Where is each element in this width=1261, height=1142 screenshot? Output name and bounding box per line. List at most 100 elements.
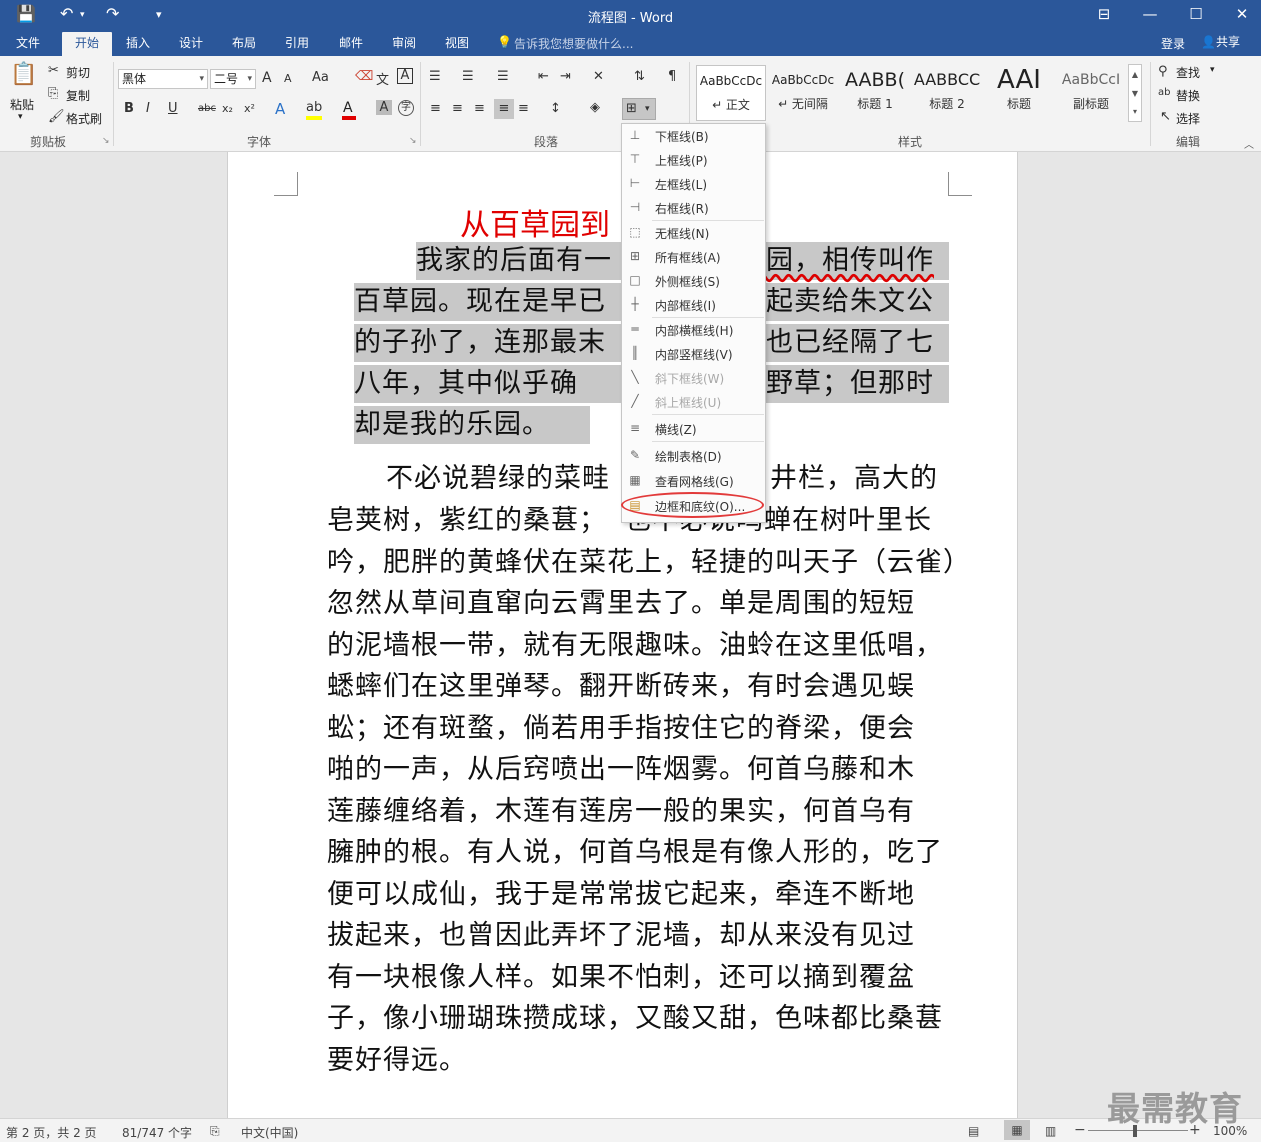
bold-button[interactable]: B — [124, 101, 134, 116]
style-no-spacing[interactable]: AaBbCcDc ↵ 无间隔 — [768, 65, 838, 121]
find-button[interactable]: 查找 — [1176, 64, 1200, 81]
shading-icon[interactable]: ◈ — [590, 100, 600, 115]
text-effects-icon[interactable]: A — [275, 100, 285, 118]
tab-insert[interactable]: 插入 — [118, 34, 158, 56]
zoom-slider-track[interactable] — [1088, 1130, 1188, 1131]
change-case-icon[interactable]: Aa — [312, 70, 329, 85]
style-heading-2[interactable]: AABBCC 标题 2 — [912, 65, 982, 121]
style-normal[interactable]: AaBbCcDc ↵ 正文 — [696, 65, 766, 121]
read-mode-icon[interactable]: ▤ — [968, 1124, 979, 1138]
copy-button[interactable]: 复制 — [66, 87, 90, 104]
menu-item-no-border[interactable]: ⬚ 无框线(N) — [622, 221, 765, 245]
char-shading-icon[interactable]: A — [376, 100, 392, 115]
decrease-indent-icon[interactable]: ⇤ — [538, 69, 549, 84]
menu-item-horizontal-line[interactable]: ≡ 横线(Z) — [622, 417, 765, 441]
collapse-ribbon-icon[interactable]: ︿ — [1244, 136, 1254, 151]
minimize-button[interactable]: — — [1127, 0, 1173, 30]
page-count[interactable]: 第 2 页，共 2 页 — [6, 1124, 97, 1141]
language-indicator[interactable]: 中文(中国) — [241, 1124, 298, 1141]
menu-item-all-borders[interactable]: ⊞ 所有框线(A) — [622, 245, 765, 269]
phonetic-icon[interactable]: 文 — [376, 69, 389, 88]
char-border-icon[interactable]: A — [397, 68, 413, 84]
maximize-button[interactable]: ☐ — [1173, 0, 1219, 30]
cut-button[interactable]: 剪切 — [66, 64, 90, 81]
margin-mark — [274, 172, 298, 196]
tab-review[interactable]: 审阅 — [384, 34, 424, 56]
menu-item-view-gridlines[interactable]: ▦ 查看网格线(G) — [622, 469, 765, 493]
font-color-icon[interactable]: A — [343, 100, 353, 116]
replace-button[interactable]: 替换 — [1176, 87, 1200, 104]
distributed-icon[interactable]: ≡ — [518, 101, 529, 116]
web-layout-icon[interactable]: ▥ — [1045, 1124, 1056, 1138]
paste-icon[interactable]: 📋 — [10, 62, 37, 87]
bullets-icon[interactable]: ☰ — [429, 69, 441, 84]
tab-mailings[interactable]: 邮件 — [331, 34, 371, 56]
menu-item-inside-borders[interactable]: ┼ 内部框线(I) — [622, 293, 765, 317]
text-fragment: 园，相传叫作 — [766, 245, 934, 276]
tab-file[interactable]: 文件 — [8, 34, 48, 56]
menu-item-inside-horizontal[interactable]: ═ 内部横框线(H) — [622, 318, 765, 342]
tab-view[interactable]: 视图 — [437, 34, 477, 56]
style-subtitle[interactable]: AaBbCcI 副标题 — [1056, 65, 1126, 121]
multilevel-list-icon[interactable]: ☰ — [497, 69, 509, 84]
font-size-combo[interactable]: 二号 ▾ — [210, 69, 256, 89]
select-button[interactable]: 选择 — [1176, 110, 1200, 127]
borders-button[interactable]: ⊞ ▾ — [622, 98, 656, 120]
justify-icon[interactable]: ≡ — [494, 99, 514, 119]
find-dropdown-icon[interactable]: ▾ — [1210, 65, 1215, 75]
menu-item-right-border[interactable]: ⊣ 右框线(R) — [622, 196, 765, 220]
close-button[interactable]: ✕ — [1219, 0, 1261, 30]
word-count[interactable]: 81/747 个字 — [122, 1124, 192, 1141]
clear-format-icon[interactable]: ⌫ — [355, 69, 373, 84]
menu-item-outside-borders[interactable]: □ 外侧框线(S) — [622, 269, 765, 293]
align-left-icon[interactable]: ≡ — [430, 101, 441, 116]
sign-in-link[interactable]: 登录 — [1161, 35, 1185, 52]
sort-icon[interactable]: ⇅ — [634, 69, 645, 84]
grow-font-icon[interactable]: A — [262, 70, 272, 86]
font-launcher-icon[interactable]: ↘ — [409, 136, 417, 146]
tab-references[interactable]: 引用 — [277, 34, 317, 56]
highlight-icon[interactable]: ab — [306, 100, 322, 115]
tab-layout[interactable]: 布局 — [224, 34, 264, 56]
share-button[interactable]: 👤共享 — [1201, 33, 1240, 50]
more-styles-icon[interactable]: ▾ — [1129, 103, 1141, 121]
subscript-button[interactable]: x₂ — [222, 102, 233, 115]
format-painter-button[interactable]: 格式刷 — [66, 110, 102, 127]
paragraph-group-label: 段落 — [534, 135, 559, 149]
enclose-char-icon[interactable]: 字 — [398, 100, 414, 116]
tab-design[interactable]: 设计 — [171, 34, 211, 56]
menu-item-draw-table[interactable]: ✎ 绘制表格(D) — [622, 444, 765, 468]
menu-item-bottom-border[interactable]: ⊥ 下框线(B) — [622, 124, 765, 148]
scroll-up-icon[interactable]: ▲ — [1129, 65, 1141, 84]
align-right-icon[interactable]: ≡ — [474, 101, 485, 116]
numbering-icon[interactable]: ☰ — [462, 69, 474, 84]
strikethrough-button[interactable]: abc — [198, 103, 216, 114]
style-title[interactable]: AAI 标题 — [984, 65, 1054, 121]
menu-item-inside-vertical[interactable]: ║ 内部竖框线(V) — [622, 342, 765, 366]
underline-button[interactable]: U — [168, 101, 178, 116]
show-marks-icon[interactable]: ¶ — [668, 69, 676, 84]
align-center-icon[interactable]: ≡ — [452, 101, 463, 116]
tab-home[interactable]: 开始 — [62, 32, 112, 56]
italic-button[interactable]: I — [146, 101, 150, 116]
paste-button[interactable]: 粘贴 — [10, 96, 34, 113]
paste-dropdown-icon[interactable]: ▾ — [18, 112, 23, 122]
menu-item-left-border[interactable]: ⊢ 左框线(L) — [622, 172, 765, 196]
clipboard-launcher-icon[interactable]: ↘ — [102, 136, 110, 146]
ribbon-display-icon[interactable]: ⊟ — [1081, 0, 1127, 30]
print-layout-icon[interactable]: ▦ — [1004, 1120, 1030, 1140]
font-family-combo[interactable]: 黑体 ▾ — [118, 69, 208, 89]
proofing-icon[interactable]: ⎘ — [210, 1124, 220, 1139]
shrink-font-icon[interactable]: A — [284, 72, 292, 85]
line-spacing-icon[interactable]: ↕ — [550, 101, 561, 116]
superscript-button[interactable]: x² — [244, 102, 255, 115]
styles-scroll[interactable]: ▲ ▼ ▾ — [1128, 64, 1142, 122]
menu-item-top-border[interactable]: ⊤ 上框线(P) — [622, 148, 765, 172]
style-heading-1[interactable]: AABB( 标题 1 — [840, 65, 910, 121]
increase-indent-icon[interactable]: ⇥ — [560, 69, 571, 84]
scroll-down-icon[interactable]: ▼ — [1129, 84, 1141, 103]
zoom-out-button[interactable]: − — [1074, 1122, 1086, 1138]
tell-me-search[interactable]: 告诉我您想要做什么... — [514, 35, 633, 52]
menu-item-diagonal-down: ╲ 斜下框线(W) — [622, 366, 765, 390]
chinese-layout-icon[interactable]: ✕ — [593, 69, 604, 84]
